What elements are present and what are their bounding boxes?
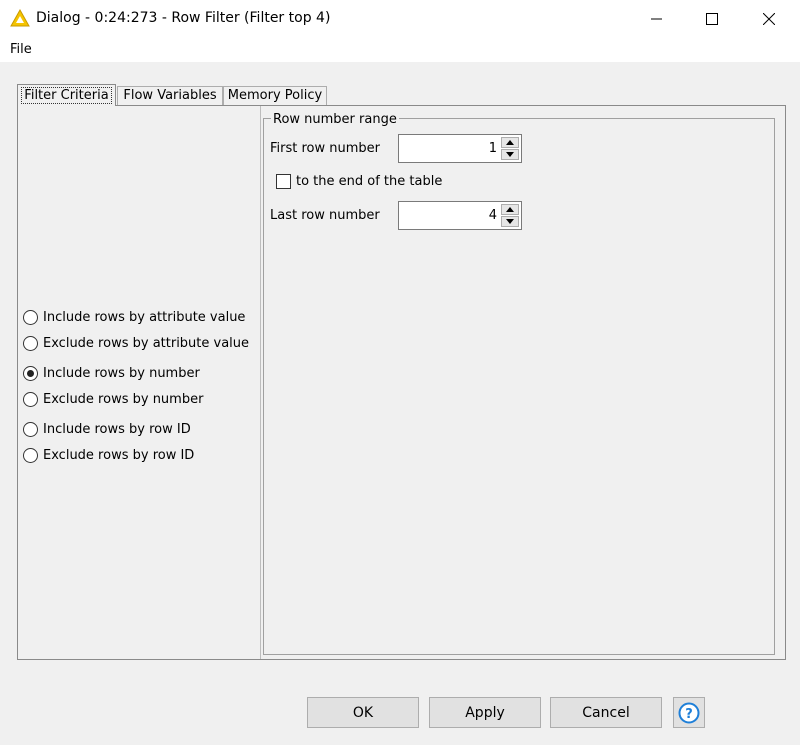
tab-filter-criteria[interactable]: Filter Criteria [17, 84, 116, 106]
radio-label: Exclude rows by attribute value [43, 335, 250, 351]
radio-button[interactable] [23, 309, 38, 325]
arrow-up-icon [506, 140, 514, 145]
tab-memory-policy[interactable]: Memory Policy [223, 86, 327, 106]
minimize-button[interactable] [634, 0, 680, 38]
tab-label: Filter Criteria [21, 87, 112, 104]
radio-label: Include rows by row ID [43, 421, 191, 437]
to-end-checkbox-row[interactable]: to the end of the table [276, 174, 442, 189]
first-row-label: First row number [270, 141, 381, 156]
last-row-label: Last row number [270, 208, 380, 223]
spinner-buttons [501, 204, 519, 227]
spin-up-button[interactable] [501, 137, 519, 148]
radio-label: Include rows by attribute value [43, 309, 246, 325]
radio-button[interactable] [23, 421, 38, 437]
help-icon: ? [678, 702, 700, 723]
filter-criteria-panel: Include rows by attribute value Exclude … [17, 105, 786, 660]
row-number-range-group: Row number range First row number 1 to t… [263, 113, 775, 655]
radio-button-selected[interactable] [23, 365, 38, 381]
close-button[interactable] [746, 0, 792, 38]
radio-include-by-attribute[interactable]: Include rows by attribute value [23, 307, 245, 327]
spin-up-button[interactable] [501, 204, 519, 215]
first-row-spinner[interactable]: 1 [398, 134, 522, 163]
radio-button[interactable] [23, 335, 38, 351]
radio-label: Exclude rows by number [43, 391, 204, 407]
arrow-down-icon [506, 152, 514, 157]
radio-button[interactable] [23, 391, 38, 407]
last-row-spinner[interactable]: 4 [398, 201, 522, 230]
radio-include-by-number[interactable]: Include rows by number [23, 363, 200, 383]
arrow-up-icon [506, 207, 514, 212]
radio-include-by-row-id[interactable]: Include rows by row ID [23, 419, 191, 439]
menu-file[interactable]: File [10, 42, 32, 57]
radio-label: Exclude rows by row ID [43, 447, 195, 463]
apply-button[interactable]: Apply [429, 697, 541, 728]
spin-down-button[interactable] [501, 149, 519, 160]
filter-mode-pane: Include rows by attribute value Exclude … [18, 106, 261, 659]
first-row-value[interactable]: 1 [489, 141, 497, 156]
spinner-buttons [501, 137, 519, 160]
close-icon [763, 13, 775, 25]
window-title: Dialog - 0:24:273 - Row Filter (Filter t… [36, 10, 331, 26]
tab-flow-variables[interactable]: Flow Variables [117, 86, 223, 106]
last-row-value[interactable]: 4 [489, 208, 497, 223]
help-button[interactable]: ? [673, 697, 705, 728]
radio-button[interactable] [23, 447, 38, 463]
to-end-checkbox[interactable] [276, 174, 291, 189]
minimize-icon [651, 18, 662, 20]
spin-down-button[interactable] [501, 216, 519, 227]
menu-bar: File [0, 38, 800, 62]
ok-button[interactable]: OK [307, 697, 419, 728]
radio-exclude-by-attribute[interactable]: Exclude rows by attribute value [23, 333, 249, 353]
warning-triangle-icon [10, 9, 30, 27]
maximize-button[interactable] [689, 0, 735, 38]
group-legend: Row number range [271, 112, 399, 127]
title-bar: Dialog - 0:24:273 - Row Filter (Filter t… [0, 0, 800, 38]
radio-exclude-by-row-id[interactable]: Exclude rows by row ID [23, 445, 194, 465]
radio-label: Include rows by number [43, 365, 200, 381]
arrow-down-icon [506, 219, 514, 224]
cancel-button[interactable]: Cancel [550, 697, 662, 728]
svg-text:?: ? [685, 707, 693, 722]
maximize-icon [706, 13, 718, 25]
radio-exclude-by-number[interactable]: Exclude rows by number [23, 389, 203, 409]
to-end-label: to the end of the table [296, 174, 443, 189]
